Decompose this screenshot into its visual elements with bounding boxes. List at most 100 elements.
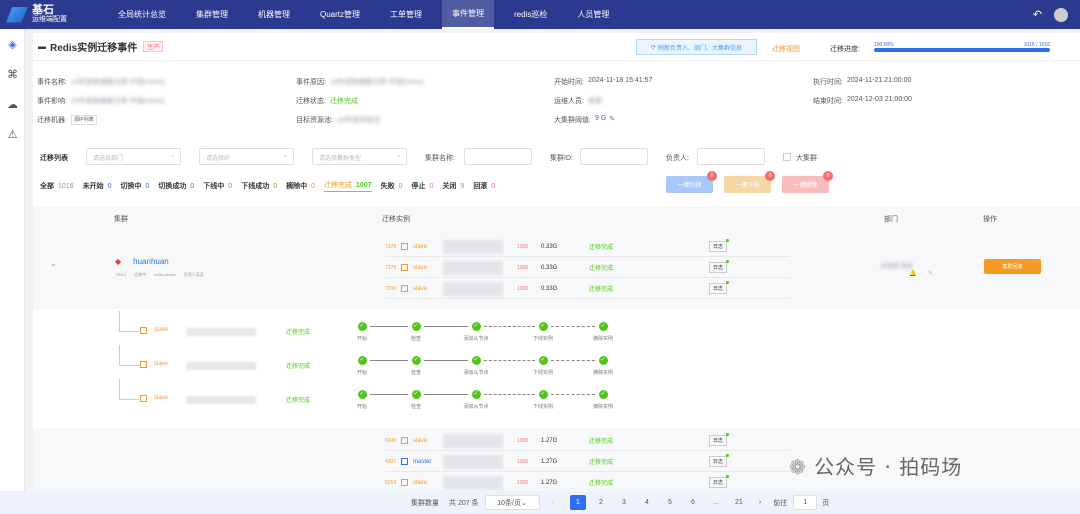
step-0: ✓ 开始: [342, 390, 382, 410]
start-label: 开始时间:: [554, 79, 584, 86]
sidebar: ◈ ⌘ ☁ ⚠: [0, 29, 25, 514]
batch-remove-button[interactable]: 一键摘除 0: [782, 171, 833, 193]
tab-failed[interactable]: 失败 0: [381, 181, 403, 191]
tab-removing[interactable]: 摘除中 0: [286, 181, 315, 191]
tab-switching[interactable]: 切换中 0: [120, 181, 149, 191]
env-tag: 生产: [143, 41, 164, 52]
goto-input[interactable]: 1: [793, 495, 818, 510]
col-cluster: 集群: [114, 216, 128, 223]
log-button[interactable]: 日志: [709, 260, 730, 273]
page-size-select[interactable]: 10条/页 ⌄: [484, 495, 540, 510]
nav-ticket[interactable]: 工单管理: [380, 0, 432, 29]
step-label: 开始: [356, 336, 367, 342]
page-2[interactable]: 2: [593, 499, 609, 506]
cluster-cell: ◆ huanhuan 70013 迁移中 redis-cluster 负责人某某: [115, 257, 204, 277]
layers-icon[interactable]: ◈: [0, 29, 25, 59]
nav-global-stats[interactable]: 全局统计总览: [108, 0, 176, 29]
tab-stopped[interactable]: 停止 0: [412, 181, 434, 191]
pool-value: 24年度资源池: [336, 117, 380, 124]
step-3: ✓ 下线实例: [523, 322, 563, 342]
big-cluster-checkbox[interactable]: [783, 153, 791, 161]
page-3[interactable]: 3: [616, 499, 632, 506]
dept-select[interactable]: 请选择部门 ⌄: [86, 148, 181, 165]
nav-people[interactable]: 人员管理: [567, 0, 619, 29]
col-op: 操作: [983, 216, 997, 223]
machine-value[interactable]: 源IP列表: [70, 115, 97, 125]
nav-cluster[interactable]: 集群管理: [186, 0, 238, 29]
dept-placeholder: 请选择部门: [93, 156, 124, 162]
step-label: 开始: [356, 370, 367, 376]
type-select[interactable]: 请选择集群类型 ⌄: [312, 148, 407, 165]
cluster-id-input[interactable]: [580, 148, 648, 165]
batch-offline-button[interactable]: 一键下线 0: [724, 171, 775, 193]
instance-row: 6253 slave 1300 1.27G 迁移完成 日志: [385, 473, 790, 493]
goto-label: 前往: [773, 499, 788, 507]
bell-icon[interactable]: 🔔: [909, 271, 916, 277]
chevron-down-icon[interactable]: ⌄: [50, 259, 57, 268]
page-title: Redis实例迁移事件: [50, 43, 138, 54]
step-label: 摘除实例: [592, 404, 613, 410]
cluster-rollback-button[interactable]: 集群回滚: [984, 259, 1041, 274]
logo-icon: [6, 6, 28, 23]
check-icon: ✓: [471, 322, 481, 331]
page-6[interactable]: 6: [685, 499, 701, 506]
tab-switch-ok[interactable]: 切换成功 0: [158, 181, 194, 191]
step-label: 摘除实例: [592, 336, 613, 342]
log-button[interactable]: 日志: [709, 433, 730, 446]
nodes-icon[interactable]: ⌘: [0, 59, 25, 89]
page-1[interactable]: 1: [569, 495, 586, 510]
cluster-name[interactable]: huanhuan: [133, 257, 169, 266]
nav-quartz[interactable]: Quartz管理: [310, 0, 370, 29]
step-4: ✓ 摘除实例: [583, 356, 623, 376]
prev-page-icon[interactable]: ‹: [552, 499, 554, 506]
cluster-name-input[interactable]: [464, 148, 532, 165]
table-header: 集群 迁移实例 部门 操作: [33, 207, 1080, 229]
logo-title: 基石: [32, 3, 54, 16]
check-icon: ✓: [538, 390, 548, 399]
instance-row: 7200 slave 1300 0.33G 迁移完成 日志: [385, 279, 790, 299]
log-button[interactable]: 日志: [709, 239, 730, 252]
owner-input[interactable]: [697, 148, 765, 165]
log-button[interactable]: 日志: [709, 454, 730, 467]
ip-select[interactable]: 请选择IP ⌄: [199, 148, 294, 165]
batch-switch-button[interactable]: 一键切换 0: [666, 171, 717, 193]
page-5[interactable]: 5: [662, 499, 678, 506]
refresh-info-button[interactable]: ⟳ 刷新负责人、部门、大集群信息: [636, 39, 757, 55]
edit-icon[interactable]: ✎: [928, 271, 933, 277]
tab-offlining[interactable]: 下线中 0: [203, 181, 232, 191]
back-icon[interactable]: ↶: [1033, 8, 1042, 21]
tab-not-started[interactable]: 未开始 0: [83, 181, 112, 191]
instance-row: 6249 slave 1300 1.27G 迁移完成 日志: [385, 431, 790, 451]
reason-value: 24年度数据集迁移 环境(news): [329, 79, 424, 86]
wechat-icon: ❁: [789, 455, 807, 479]
log-button[interactable]: 日志: [709, 281, 730, 294]
event-impact-value: 24年度数据集迁移 环境(news): [70, 98, 165, 105]
tab-all[interactable]: 全部 1016: [40, 181, 74, 191]
tab-offline-ok[interactable]: 下线成功 0: [241, 181, 277, 191]
refresh-info-label: 刷新负责人、部门、大集群信息: [658, 45, 743, 52]
flow-view-link[interactable]: 迁移视图: [772, 44, 800, 54]
tab-rollback[interactable]: 回滚 0: [473, 181, 495, 191]
cloud-icon[interactable]: ☁: [0, 89, 25, 119]
log-button[interactable]: 日志: [709, 475, 730, 488]
next-page-icon[interactable]: ›: [759, 499, 761, 506]
nav-event[interactable]: 事件管理: [442, 0, 495, 29]
instance-row: 4307 master 1300 1.27G 迁移完成 日志: [385, 452, 790, 472]
check-icon: ✓: [598, 356, 608, 365]
ops-label: 运维人员:: [554, 98, 584, 105]
edit-icon[interactable]: ✎: [609, 115, 615, 125]
avatar[interactable]: [1054, 7, 1068, 22]
tab-done[interactable]: 迁移完成 1007: [324, 180, 372, 192]
alarm-icon[interactable]: ⚠: [0, 119, 25, 149]
table-row[interactable]: ⌄ ◆ huanhuan 70013 迁移中 redis-cluster 负责人某某 7…: [33, 229, 1080, 309]
page-ellipsis[interactable]: ...: [708, 499, 724, 506]
event-info: 事件名称: 24年度数据集迁移 环境(news) 事件影响: 24年度数据集迁移 环…: [33, 72, 1080, 132]
tab-closed[interactable]: 关闭 9: [442, 181, 464, 191]
nav-redis-inspect[interactable]: redis巡检: [504, 0, 557, 29]
app-logo[interactable]: 基石 运维端配置: [0, 0, 100, 29]
chevron-down-icon: ⌄: [169, 153, 175, 159]
page-21[interactable]: 21: [731, 499, 747, 506]
nav-machine[interactable]: 机器管理: [248, 0, 300, 29]
page-4[interactable]: 4: [639, 499, 655, 506]
col-instances: 迁移实例: [382, 216, 410, 223]
